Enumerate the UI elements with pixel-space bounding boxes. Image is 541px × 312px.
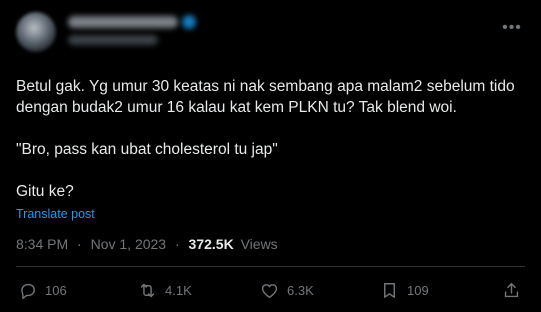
repost-button[interactable]: 4.1K — [138, 276, 192, 304]
post-body-quote: "Bro, pass kan ubat cholesterol tu jap" — [16, 141, 278, 158]
verified-badge-icon — [182, 15, 196, 29]
meta-separator: · — [77, 236, 82, 252]
post-body-line: dengan budak2 umur 16 kalau kat kem PLKN… — [16, 99, 457, 116]
bookmark-icon — [384, 282, 395, 298]
share-button[interactable] — [502, 276, 521, 304]
share-icon — [504, 282, 519, 297]
views-count: 372.5K — [188, 236, 234, 252]
author-handle-blurred[interactable] — [68, 35, 158, 45]
reply-count: 106 — [45, 282, 67, 298]
more-options-icon[interactable]: ••• — [500, 16, 524, 40]
views-label: Views — [240, 236, 278, 252]
repost-icon — [140, 283, 155, 297]
like-count: 6.3K — [287, 282, 314, 298]
translate-post-link[interactable]: Translate post — [16, 207, 95, 221]
post: ••• Betul gak. Yg umur 30 keatas ni nak … — [0, 0, 541, 312]
avatar[interactable] — [16, 12, 56, 52]
post-body: Betul gak. Yg umur 30 keatas ni nak semb… — [16, 76, 526, 202]
meta-separator: · — [174, 236, 180, 252]
divider — [16, 266, 525, 267]
action-bar: 106 4.1K 6.3K 109 — [0, 276, 541, 304]
author-name-blurred[interactable] — [68, 16, 178, 28]
bookmark-count: 109 — [407, 282, 429, 298]
reply-icon — [21, 283, 35, 299]
post-body-line: Betul gak. Yg umur 30 keatas ni nak semb… — [16, 78, 515, 95]
post-date[interactable]: Nov 1, 2023 — [91, 236, 167, 252]
reply-button[interactable]: 106 — [18, 276, 67, 304]
heart-icon — [261, 283, 278, 298]
post-body-closing: Gitu ke? — [16, 183, 74, 200]
post-header: ••• — [16, 12, 526, 56]
post-time[interactable]: 8:34 PM — [16, 236, 68, 252]
bookmark-button[interactable]: 109 — [380, 276, 429, 304]
repost-count: 4.1K — [165, 282, 192, 298]
post-metadata: 8:34 PM · Nov 1, 2023 · 372.5K Views — [16, 236, 278, 252]
like-button[interactable]: 6.3K — [260, 276, 314, 304]
